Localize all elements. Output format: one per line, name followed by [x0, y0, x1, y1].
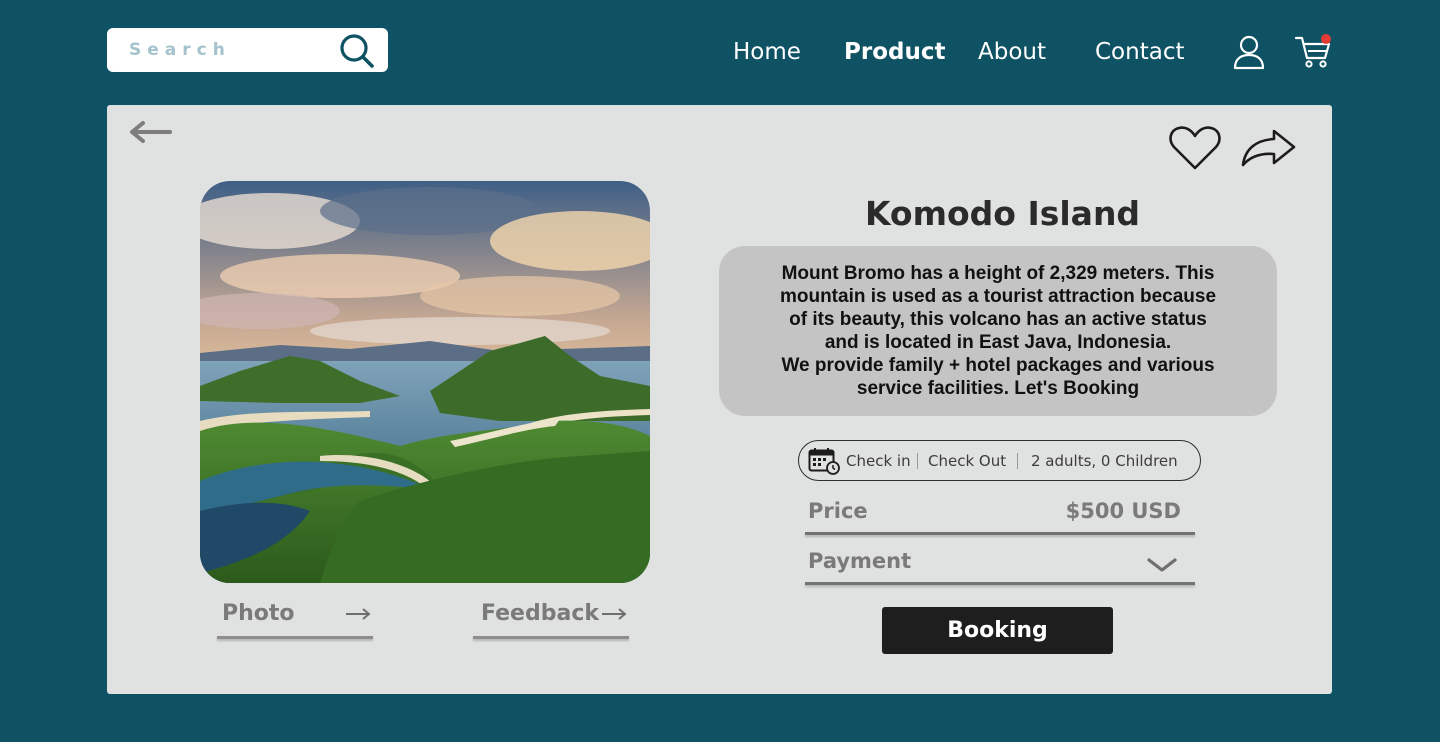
calendar-icon: [808, 448, 840, 475]
description-line: of its beauty, this volcano has an activ…: [789, 309, 1207, 330]
payment-label: Payment: [808, 549, 912, 573]
heart-icon[interactable]: [1168, 124, 1222, 172]
booking-info-bar: Check in Check Out 2 adults, 0 Children: [798, 440, 1201, 481]
price-underline: [805, 532, 1195, 535]
description-box: Mount Bromo has a height of 2,329 meters…: [719, 246, 1277, 416]
feedback-tab[interactable]: Feedback: [473, 597, 629, 641]
product-title: Komodo Island: [864, 194, 1141, 233]
description-line: and is located in East Java, Indonesia.: [824, 332, 1172, 353]
description-line: Mount Bromo has a height of 2,329 meters…: [781, 263, 1215, 284]
nav-home[interactable]: Home: [733, 35, 801, 69]
back-arrow-icon[interactable]: [128, 120, 172, 144]
check-out-field[interactable]: Check Out: [928, 452, 1006, 470]
guests-field[interactable]: 2 adults, 0 Children: [1031, 452, 1178, 470]
user-icon[interactable]: [1232, 34, 1266, 70]
cart-badge: [1321, 34, 1331, 44]
description-line: service facilities. Let's Booking: [856, 378, 1140, 399]
price-row: Price $500 USD: [805, 497, 1195, 535]
photo-tab-underline: [217, 636, 373, 639]
divider: [917, 453, 918, 469]
search-input[interactable]: [129, 37, 329, 63]
cart-icon[interactable]: [1294, 32, 1334, 70]
product-photo: [200, 181, 650, 583]
price-label: Price: [808, 499, 868, 523]
chevron-down-icon[interactable]: [1147, 557, 1177, 573]
search-icon[interactable]: [338, 32, 376, 70]
divider: [1017, 453, 1018, 469]
photo-tab[interactable]: Photo: [217, 597, 373, 641]
photo-tab-label: Photo: [222, 601, 295, 626]
nav-contact[interactable]: Contact: [1095, 35, 1184, 69]
description-line: We provide family + hotel packages and v…: [781, 355, 1215, 376]
nav-about[interactable]: About: [978, 35, 1046, 69]
nav-product[interactable]: Product: [844, 35, 945, 69]
check-in-field[interactable]: Check in: [846, 452, 911, 470]
arrow-right-icon: [602, 608, 627, 620]
payment-dropdown[interactable]: Payment: [805, 547, 1195, 585]
share-icon[interactable]: [1240, 127, 1296, 169]
arrow-right-icon: [346, 608, 371, 620]
booking-button[interactable]: Booking: [882, 607, 1113, 654]
payment-underline: [805, 582, 1195, 585]
feedback-tab-underline: [473, 636, 629, 639]
description-line: mountain is used as a tourist attraction…: [779, 286, 1217, 307]
feedback-tab-label: Feedback: [481, 601, 599, 626]
price-value: $500 USD: [1065, 499, 1181, 523]
